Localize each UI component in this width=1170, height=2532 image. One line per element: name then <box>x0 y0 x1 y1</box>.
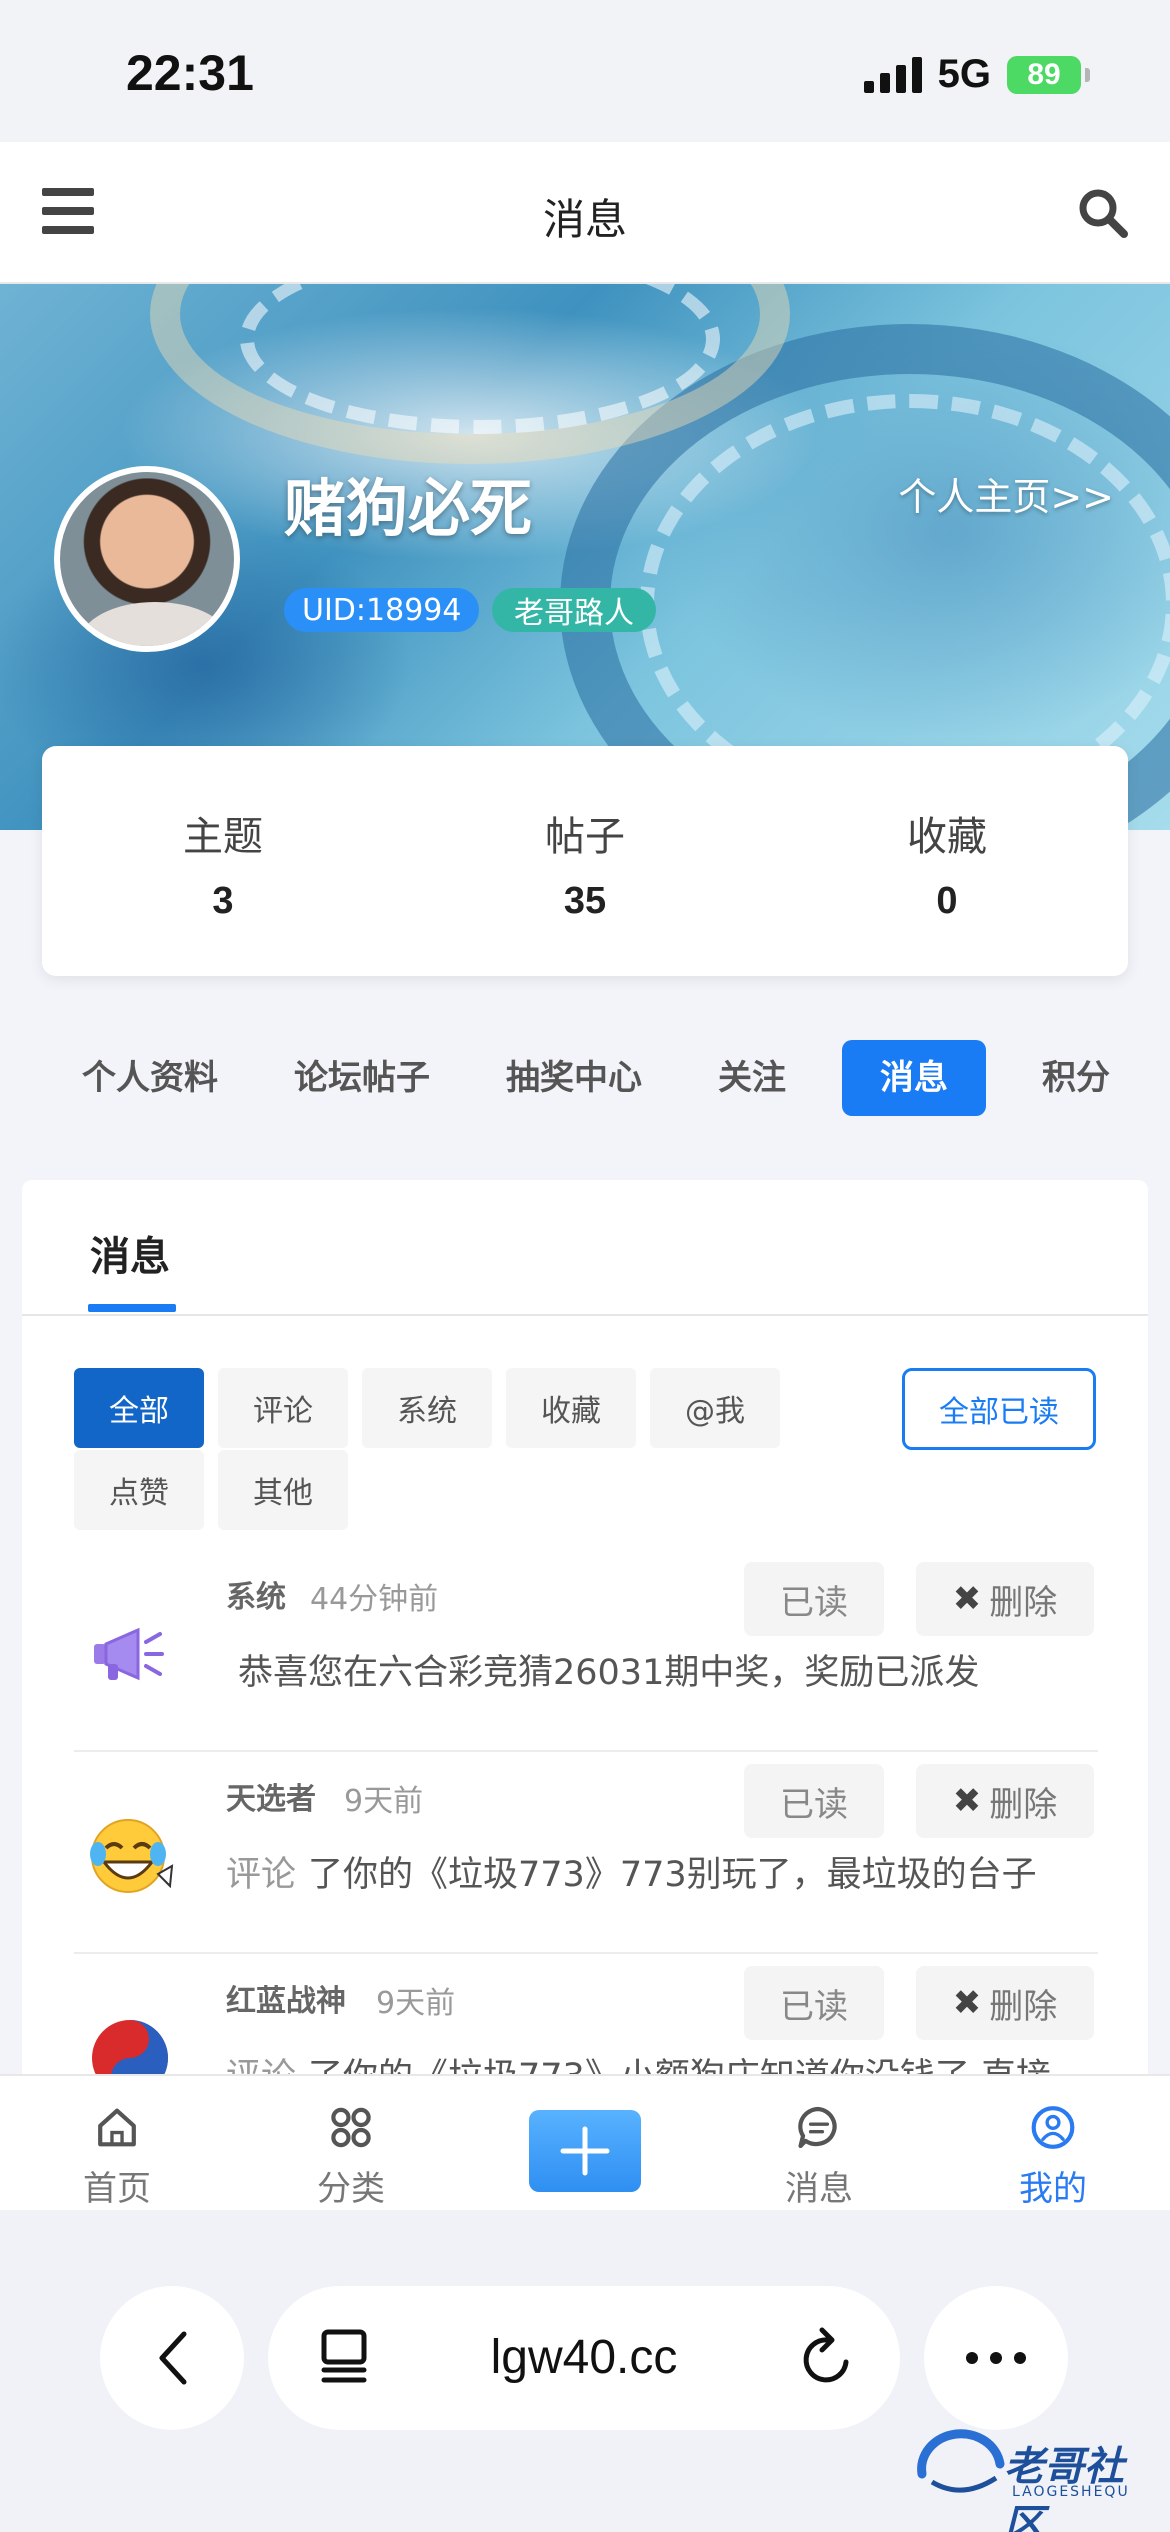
stat-favorites[interactable]: 收藏 0 <box>766 746 1128 976</box>
stat-value: 35 <box>563 880 607 922</box>
tab-forum-posts[interactable]: 论坛帖子 <box>274 1040 450 1116</box>
delete-label: 删除 <box>989 1582 1058 1623</box>
tabbar-label: 消息 <box>785 2169 853 2209</box>
search-icon[interactable] <box>1076 186 1130 240</box>
message-body: 评论 了你的《垃圾773》773别玩了，最垃圾的台子 <box>226 1846 1037 1897</box>
delete-label: 删除 <box>989 1986 1058 2027</box>
divider <box>22 1314 1148 1316</box>
tabbar-messages[interactable]: 消息 <box>702 2076 936 2210</box>
avatar[interactable] <box>54 466 240 652</box>
user-circle-icon <box>1031 2106 1075 2149</box>
message-author: 红蓝战神 <box>226 1984 346 2019</box>
address-bar[interactable]: lgw40.cc <box>268 2286 900 2430</box>
delete-button[interactable]: ✖ 删除 <box>916 1764 1094 1838</box>
page-title: 消息 <box>542 195 627 244</box>
filter-system[interactable]: 系统 <box>362 1368 492 1448</box>
plus-icon <box>529 2110 641 2192</box>
tabbar-label: 分类 <box>317 2169 385 2209</box>
stat-label: 帖子 <box>545 814 625 860</box>
filter-mentions[interactable]: @我 <box>650 1368 780 1448</box>
status-indicators: 5G 89 <box>863 52 1090 97</box>
grid-icon <box>331 2107 371 2148</box>
home-icon <box>98 2108 136 2147</box>
message-text: 了你的《垃圾773》773别玩了，最垃圾的台子 <box>308 1855 1037 1895</box>
mark-read-button[interactable]: 已读 <box>744 1966 884 2040</box>
network-label: 5G <box>937 52 991 96</box>
stat-posts[interactable]: 帖子 35 <box>404 746 766 976</box>
panel-tab-messages[interactable]: 消息 <box>90 1224 170 1282</box>
watermark-text: 老哥社区 <box>1004 2444 1124 2532</box>
profile-tabs: 个人资料 论坛帖子 抽奖中心 关注 消息 积分 <box>60 1040 1130 1116</box>
site-watermark-logo: 老哥社区 LAOGESHEQU <box>912 2424 1152 2532</box>
tabbar-label: 首页 <box>83 2169 151 2209</box>
battery-icon: 89 <box>1007 55 1090 94</box>
filter-other[interactable]: 其他 <box>218 1450 348 1530</box>
top-nav-bar: 消息 <box>0 142 1170 284</box>
message-time: 44分钟前 <box>310 1582 439 1617</box>
message-time: 9天前 <box>344 1784 424 1819</box>
message-author: 系统 <box>226 1580 286 1615</box>
filter-likes[interactable]: 点赞 <box>74 1450 204 1530</box>
stat-label: 主题 <box>183 814 263 860</box>
delete-label: 删除 <box>989 1784 1058 1825</box>
message-author: 天选者 <box>226 1782 316 1817</box>
delete-button[interactable]: ✖ 删除 <box>916 1562 1094 1636</box>
yin-yang-avatar-icon <box>82 2010 178 2080</box>
active-tab-indicator <box>88 1304 176 1312</box>
tab-follow[interactable]: 关注 <box>698 1040 806 1116</box>
message-body: 恭喜您在六合彩竞猜26031期中奖，奖励已派发 <box>226 1644 979 1695</box>
stat-label: 收藏 <box>907 814 987 860</box>
tab-lottery[interactable]: 抽奖中心 <box>486 1040 662 1116</box>
filter-all[interactable]: 全部 <box>74 1368 204 1448</box>
message-item[interactable]: 红蓝战神 9天前 已读 ✖ 删除 评论 了你的《垃圾773》小额狗庄知道你没钱了 … <box>74 1954 1098 2080</box>
tabbar-mine[interactable]: 我的 <box>936 2076 1170 2210</box>
reload-icon[interactable] <box>798 2326 858 2390</box>
back-button[interactable] <box>100 2286 244 2430</box>
stat-value: 3 <box>212 880 234 922</box>
battery-level: 89 <box>1007 55 1081 94</box>
status-bar: 22:31 5G 89 <box>0 0 1170 142</box>
uid-badge: UID:18994 <box>284 588 480 632</box>
stat-value: 0 <box>936 880 958 922</box>
chevron-left-icon <box>159 2331 187 2385</box>
tab-messages[interactable]: 消息 <box>842 1040 986 1116</box>
close-icon: ✖ <box>952 1983 982 2023</box>
megaphone-icon <box>82 1606 178 1702</box>
tabbar-category[interactable]: 分类 <box>234 2076 468 2210</box>
tab-points[interactable]: 积分 <box>1022 1040 1130 1116</box>
tabbar-post[interactable] <box>468 2076 702 2210</box>
message-item[interactable]: 系统 44分钟前 已读 ✖ 删除 恭喜您在六合彩竞猜26031期中奖，奖励已派发 <box>74 1550 1098 1752</box>
mark-all-read-button[interactable]: 全部已读 <box>902 1368 1096 1450</box>
message-text: 恭喜您在六合彩竞猜26031期中奖，奖励已派发 <box>238 1653 980 1693</box>
tabbar-home[interactable]: 首页 <box>0 2076 234 2210</box>
filter-favorites[interactable]: 收藏 <box>506 1368 636 1448</box>
mark-read-button[interactable]: 已读 <box>744 1764 884 1838</box>
close-icon: ✖ <box>952 1781 982 1821</box>
close-icon: ✖ <box>952 1579 982 1619</box>
mark-read-button[interactable]: 已读 <box>744 1562 884 1636</box>
message-kind: 评论 <box>226 1855 297 1895</box>
chat-icon <box>798 2106 837 2149</box>
delete-button[interactable]: ✖ 删除 <box>916 1966 1094 2040</box>
more-button[interactable] <box>924 2286 1068 2430</box>
laughing-crying-emoji-icon <box>82 1808 178 1904</box>
username: 赌狗必死 <box>284 472 533 545</box>
watermark-subtext: LAOGESHEQU <box>1012 2484 1130 2500</box>
message-item[interactable]: 天选者 9天前 已读 ✖ 删除 评论 了你的《垃圾773》773别玩了，最垃圾的台… <box>74 1752 1098 1954</box>
tab-profile[interactable]: 个人资料 <box>60 1040 238 1116</box>
message-time: 9天前 <box>376 1986 456 2021</box>
homepage-link[interactable]: 个人主页>> <box>898 466 1114 521</box>
filter-comments[interactable]: 评论 <box>218 1368 348 1448</box>
messages-panel: 消息 全部 评论 系统 收藏 @我 点赞 其他 全部已读 系统 44分钟前 已读… <box>22 1180 1148 2080</box>
stats-card: 主题 3 帖子 35 收藏 0 <box>42 746 1128 976</box>
bottom-tab-bar: 首页 分类 消息 我的 <box>0 2074 1170 2210</box>
level-badge: 老哥路人 <box>492 588 656 632</box>
signal-icon <box>863 56 922 93</box>
tabbar-label: 我的 <box>1019 2169 1087 2209</box>
status-time: 22:31 <box>126 45 254 101</box>
stat-topics[interactable]: 主题 3 <box>42 746 404 976</box>
